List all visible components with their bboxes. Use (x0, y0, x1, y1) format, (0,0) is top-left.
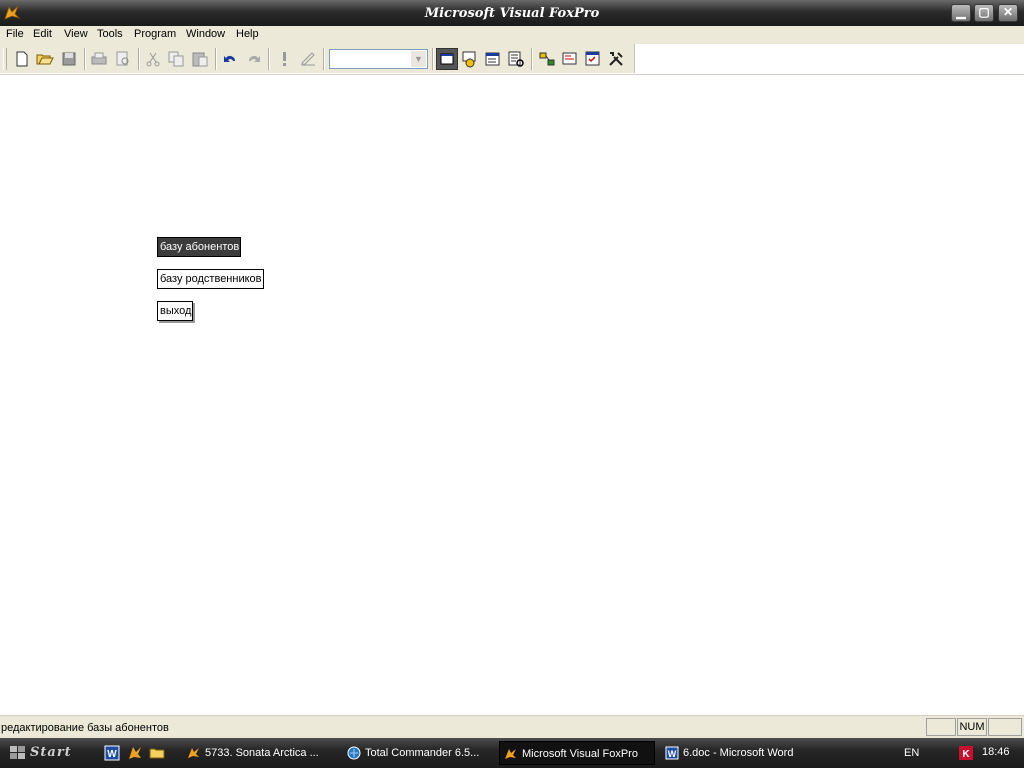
tools-icon[interactable] (606, 49, 626, 69)
exit-button[interactable]: выход (157, 301, 194, 321)
redo-icon[interactable] (244, 49, 264, 69)
start-label: Start (30, 745, 72, 760)
print-icon[interactable] (89, 49, 109, 69)
status-pane-empty (926, 718, 956, 736)
menu-bar: File Edit View Tools Program Window Help (0, 26, 1024, 44)
task-label: 5733. Sonata Arctica ... (205, 747, 319, 759)
toolbar-separator (432, 48, 434, 70)
toolbar-separator (138, 48, 140, 70)
status-bar: редактирование базы абонентов NUM (0, 715, 1024, 739)
undo-icon[interactable] (220, 49, 240, 69)
copy-icon[interactable] (166, 49, 186, 69)
toolbar-separator (323, 48, 325, 70)
menu-help[interactable]: Help (233, 28, 262, 40)
window-title: Microsoft Visual FoxPro (424, 6, 600, 21)
task-total-commander[interactable]: Total Commander 6.5... (343, 741, 498, 765)
fox-icon (505, 749, 516, 759)
title-bar[interactable]: Microsoft Visual FoxPro ▁ ▢ ✕ (0, 0, 1024, 26)
new-icon[interactable] (12, 49, 32, 69)
class-browser-icon[interactable] (560, 49, 580, 69)
paste-icon[interactable] (190, 49, 210, 69)
run-icon[interactable] (274, 49, 294, 69)
maximize-button[interactable]: ▢ (974, 4, 994, 22)
menu-view[interactable]: View (61, 28, 91, 40)
task-visual-foxpro[interactable]: Microsoft Visual FoxPro (499, 741, 655, 765)
status-message: редактирование базы абонентов (1, 722, 169, 734)
start-button[interactable]: Start (0, 740, 84, 766)
status-pane-empty (988, 718, 1022, 736)
menu-file[interactable]: File (3, 28, 27, 40)
svg-text:K: K (962, 749, 970, 760)
word-icon: W (665, 746, 679, 760)
command-window-icon (440, 53, 454, 65)
data-session-icon[interactable] (460, 49, 480, 69)
toolbar-separator (215, 48, 217, 70)
toolbar-grip[interactable] (3, 48, 7, 70)
num-lock-indicator: NUM (957, 718, 987, 736)
svg-text:W: W (668, 749, 677, 759)
clock[interactable]: 18:46 (982, 746, 1010, 758)
task-winamp[interactable]: 5733. Sonata Arctica ... (183, 741, 338, 765)
toolbar-separator (268, 48, 270, 70)
word-quicklaunch-icon[interactable]: W (104, 745, 120, 761)
language-indicator[interactable]: EN (904, 747, 919, 759)
code-icon[interactable] (506, 49, 526, 69)
open-icon[interactable] (35, 49, 55, 69)
task-label: Total Commander 6.5... (365, 747, 480, 759)
relatives-base-button[interactable]: базу родственников (157, 269, 264, 289)
form-designer-icon[interactable] (537, 49, 557, 69)
chevron-down-icon[interactable]: ▼ (411, 51, 426, 67)
toolbar-separator (531, 48, 533, 70)
menu-edit[interactable]: Edit (30, 28, 55, 40)
kaspersky-icon[interactable]: K (958, 745, 974, 761)
properties-icon[interactable] (483, 49, 503, 69)
modify-form-icon[interactable] (298, 49, 318, 69)
menu-tools[interactable]: Tools (94, 28, 126, 40)
task-label: 6.doc - Microsoft Word (683, 747, 794, 759)
task-word[interactable]: W 6.doc - Microsoft Word (661, 741, 816, 765)
foxpro-quicklaunch-icon[interactable] (127, 745, 143, 761)
command-window-button[interactable] (436, 48, 458, 70)
print-preview-icon[interactable] (113, 49, 133, 69)
winamp-icon (188, 748, 199, 758)
cut-icon[interactable] (143, 49, 163, 69)
menu-program[interactable]: Program (131, 28, 179, 40)
standard-toolbar: ▼ (0, 44, 635, 73)
total-commander-icon (347, 746, 361, 760)
toolbar-separator (84, 48, 86, 70)
menu-window[interactable]: Window (183, 28, 228, 40)
subscribers-base-button[interactable]: базу абонентов (157, 237, 242, 257)
form-combo-select[interactable]: ▼ (329, 49, 428, 69)
minimize-button[interactable]: ▁ (951, 4, 971, 22)
save-icon[interactable] (59, 49, 79, 69)
component-gallery-icon[interactable] (583, 49, 603, 69)
close-button[interactable]: ✕ (998, 4, 1018, 22)
taskbar: Start W 5733. Sonata Arctica ... Total C… (0, 738, 1024, 768)
toolbar: ▼ (0, 44, 1024, 75)
svg-text:W: W (107, 749, 117, 760)
windows-logo-icon (10, 746, 25, 759)
folder-quicklaunch-icon[interactable] (149, 745, 165, 761)
task-label: Microsoft Visual FoxPro (522, 748, 638, 760)
